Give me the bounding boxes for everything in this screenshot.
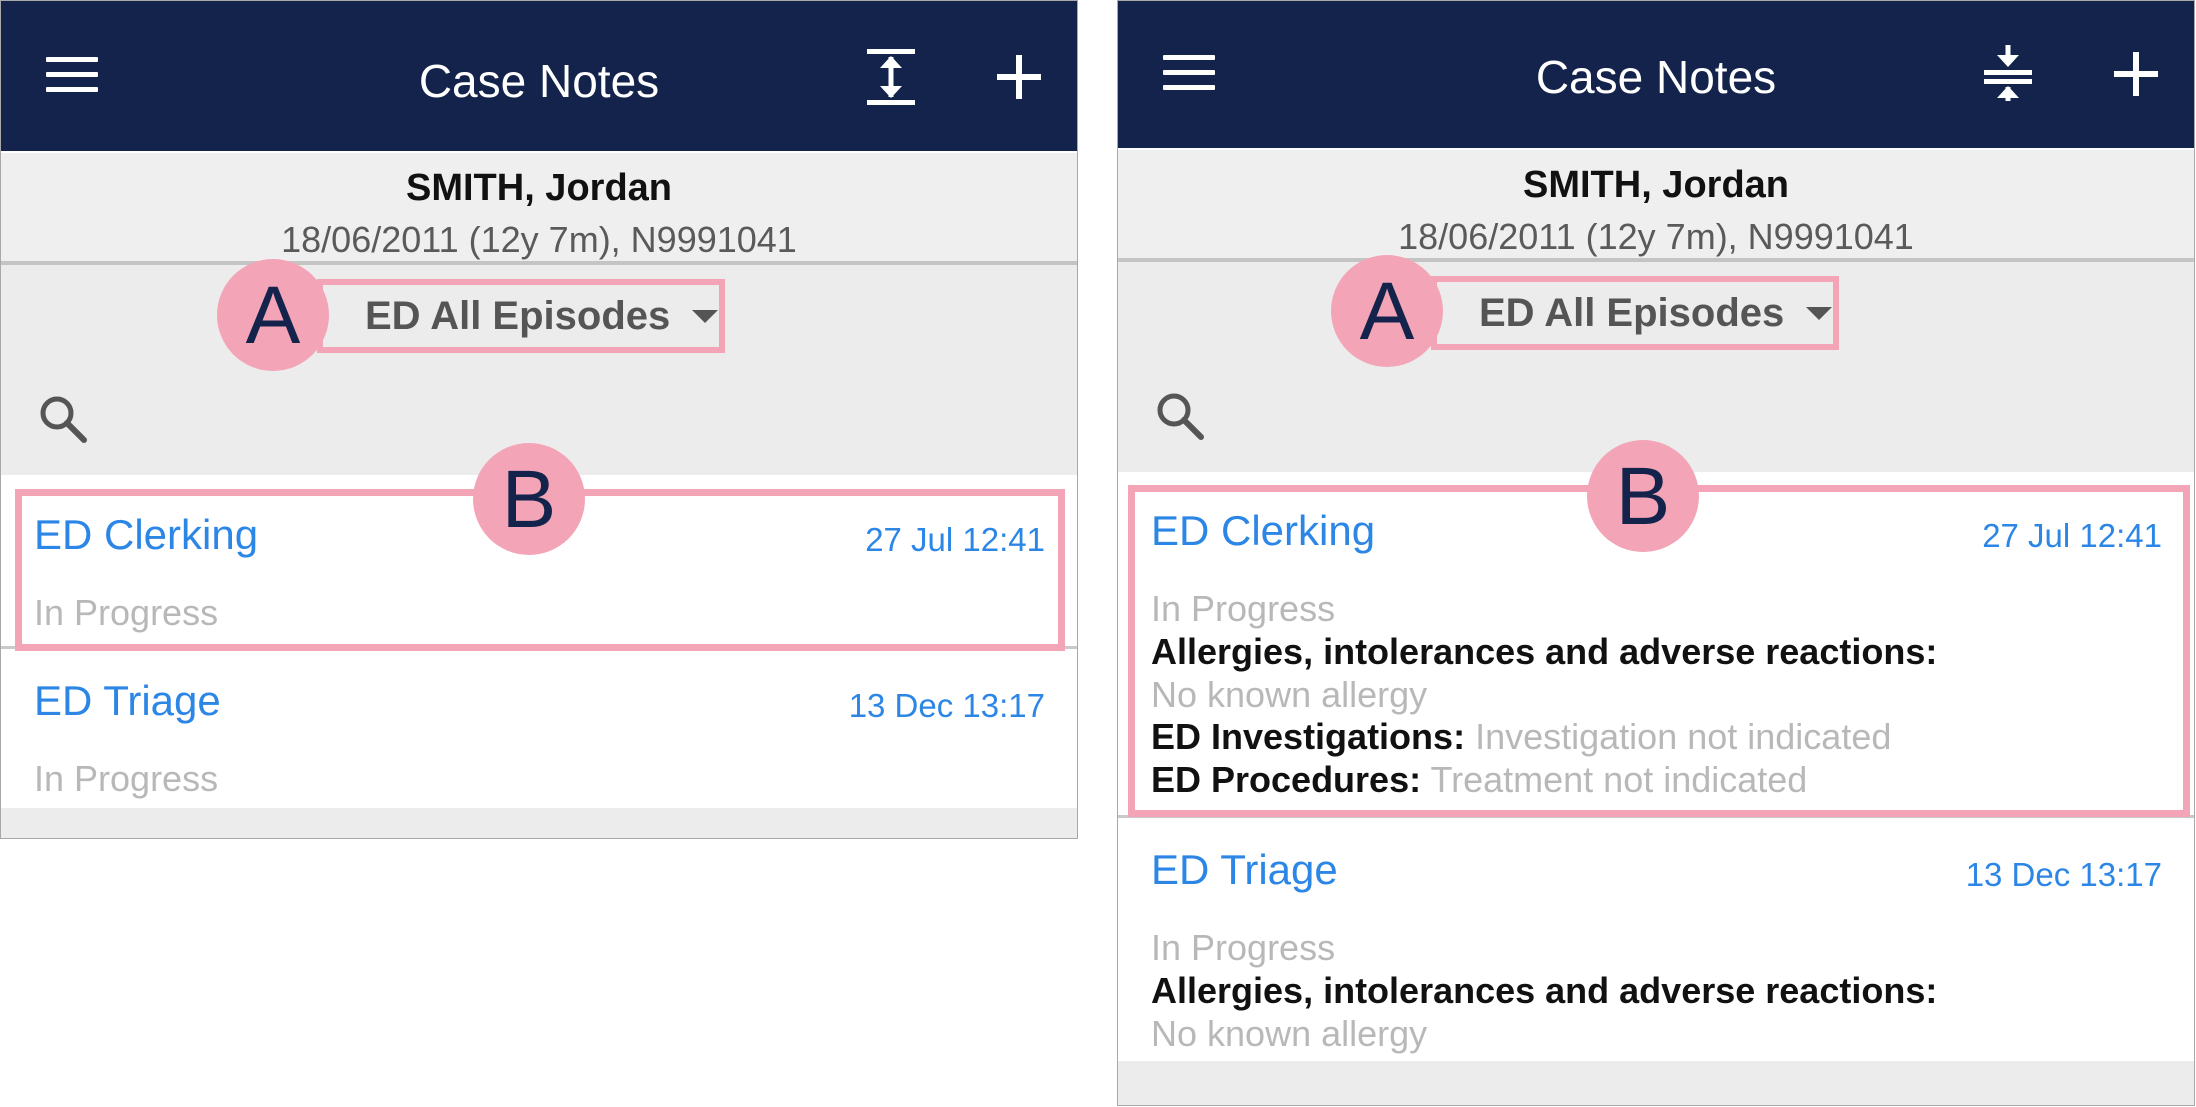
note-status: In Progress — [1151, 927, 1336, 968]
note-title: ED Triage — [34, 677, 221, 724]
caret-down-icon — [692, 309, 719, 323]
episode-filter-label: ED All Episodes — [365, 293, 671, 338]
search-icon[interactable] — [1154, 390, 1206, 442]
case-notes-screen-collapsed: Case Notes SMITH, Jordan 18/06/2011 (12y… — [0, 0, 1078, 839]
note-allergies-value: No known allergy — [1151, 674, 1427, 716]
note-status: In Progress — [34, 592, 219, 633]
callout-a: A — [217, 259, 329, 371]
patient-banner: SMITH, Jordan 18/06/2011 (12y 7m), N9991… — [1, 153, 1077, 265]
procedures-value: Treatment not indicated — [1430, 759, 1808, 800]
notes-list: ED Clerking 27 Jul 12:41 In Progress All… — [1118, 479, 2194, 1067]
plus-icon[interactable] — [2108, 46, 2164, 102]
plus-icon[interactable] — [991, 49, 1047, 105]
episode-filter-dropdown[interactable]: ED All Episodes — [1431, 276, 1839, 350]
investigations-label: ED Investigations: — [1151, 716, 1466, 757]
investigations-value: Investigation not indicated — [1475, 716, 1892, 757]
note-investigations: ED Investigations: Investigation not ind… — [1151, 716, 1891, 758]
procedures-label: ED Procedures: — [1151, 759, 1422, 800]
allergies-label: Allergies, intolerances and adverse reac… — [1151, 970, 1938, 1011]
note-time: 13 Dec 13:17 — [1965, 856, 2162, 893]
note-time: 13 Dec 13:17 — [848, 687, 1045, 724]
case-notes-screen-expanded: Case Notes SMITH, Jordan 18/06/2011 (12y… — [1117, 0, 2195, 1106]
patient-banner: SMITH, Jordan 18/06/2011 (12y 7m), N9991… — [1118, 150, 2194, 262]
episode-filter-label: ED All Episodes — [1479, 290, 1785, 335]
app-bar: Case Notes — [1, 1, 1077, 151]
collapse-all-icon[interactable] — [1980, 43, 2036, 103]
note-procedures: ED Procedures: Treatment not indicated — [1151, 759, 1807, 801]
allergies-value: No known allergy — [1151, 1013, 1428, 1054]
note-title: ED Clerking — [34, 511, 259, 558]
allergies-label: Allergies, intolerances and adverse reac… — [1151, 631, 1938, 672]
list-footer — [1, 808, 1077, 838]
note-title: ED Triage — [1151, 846, 1338, 893]
expand-all-icon[interactable] — [863, 47, 919, 107]
app-bar: Case Notes — [1118, 1, 2194, 148]
search-icon[interactable] — [37, 393, 89, 445]
patient-details: 18/06/2011 (12y 7m), N9991041 — [1398, 216, 1914, 257]
note-item[interactable]: ED Triage 13 Dec 13:17 In Progress Aller… — [1118, 818, 2194, 1067]
patient-details: 18/06/2011 (12y 7m), N9991041 — [281, 219, 797, 260]
note-allergies: Allergies, intolerances and adverse reac… — [1151, 970, 1937, 1012]
note-title: ED Clerking — [1151, 507, 1376, 554]
note-time: 27 Jul 12:41 — [865, 521, 1045, 558]
filter-area: ED All Episodes — [1118, 262, 2194, 472]
note-time: 27 Jul 12:41 — [1982, 517, 2162, 554]
callout-b: B — [473, 443, 585, 555]
list-footer — [1118, 1061, 2194, 1105]
callout-b: B — [1587, 440, 1699, 552]
note-status: In Progress — [34, 758, 219, 799]
episode-filter-dropdown[interactable]: ED All Episodes — [317, 279, 725, 353]
patient-name: SMITH, Jordan — [1522, 164, 1790, 206]
note-allergies: Allergies, intolerances and adverse reac… — [1151, 631, 1937, 673]
allergies-value: No known allergy — [1151, 674, 1428, 715]
note-allergies-value: No known allergy — [1151, 1013, 1427, 1055]
note-item[interactable]: ED Triage 13 Dec 13:17 In Progress — [1, 649, 1077, 813]
note-status: In Progress — [1151, 588, 1336, 629]
callout-a: A — [1331, 255, 1443, 367]
patient-name: SMITH, Jordan — [405, 167, 673, 209]
menu-icon[interactable] — [1163, 51, 1215, 93]
caret-down-icon — [1806, 306, 1833, 320]
menu-icon[interactable] — [46, 53, 98, 95]
